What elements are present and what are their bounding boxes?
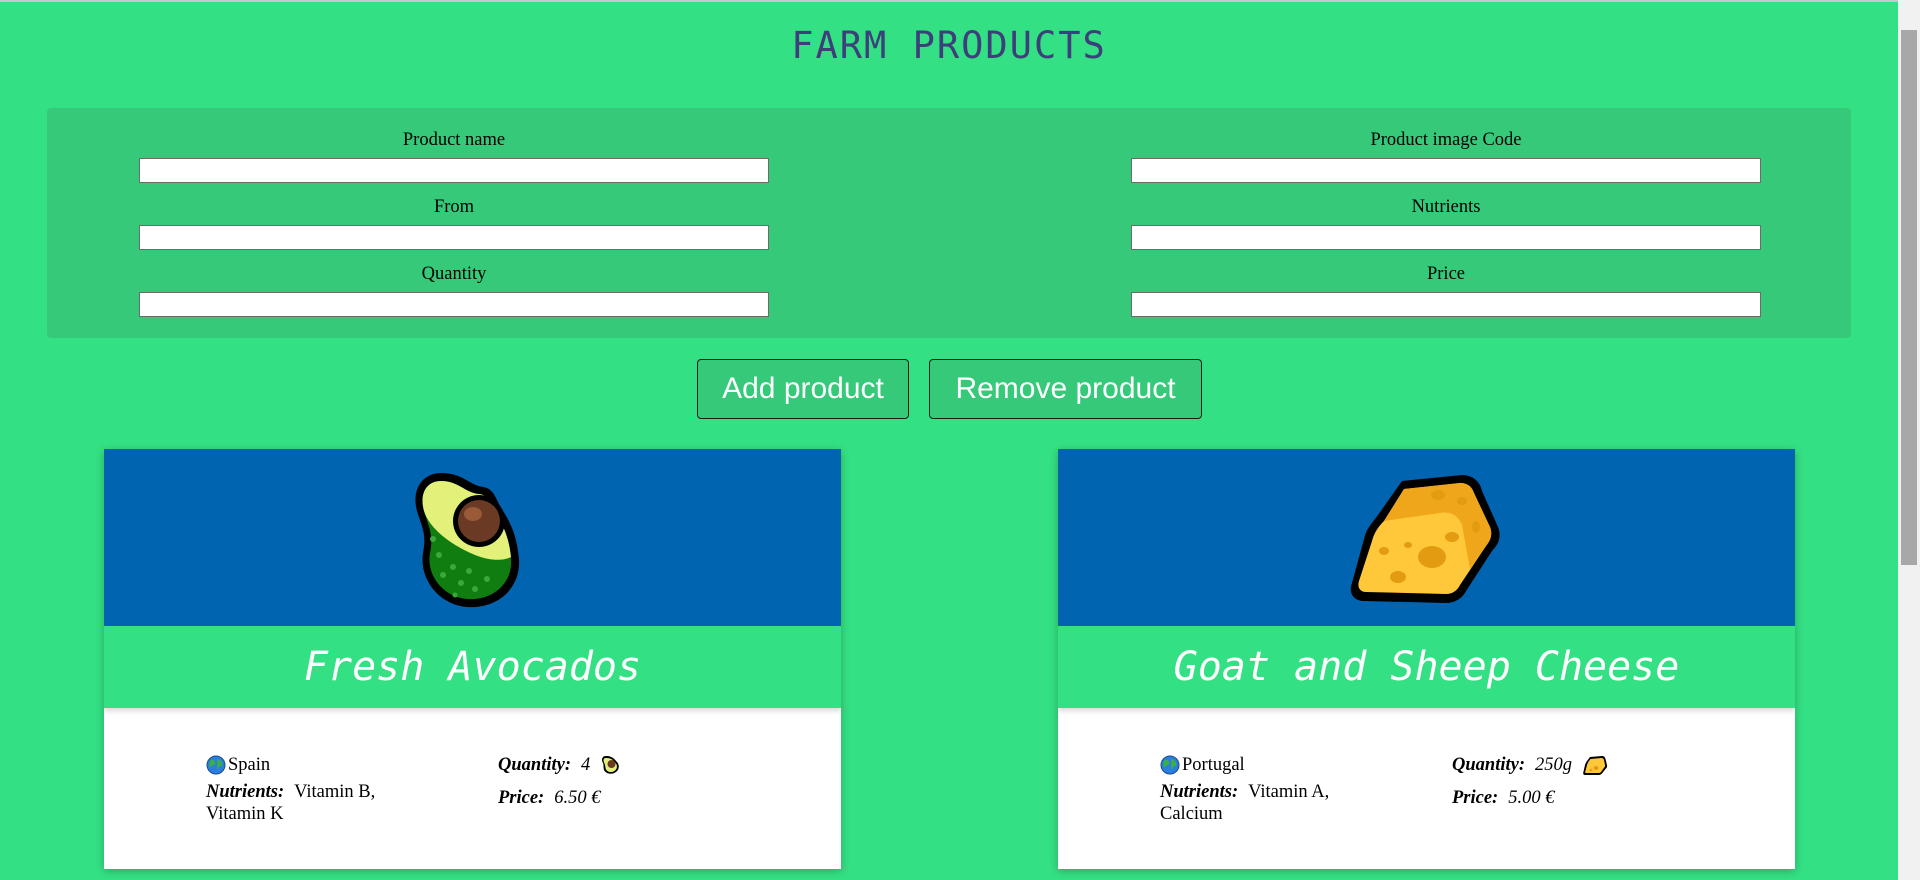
field-product-name: Product name [139, 128, 769, 183]
product-left-column: Spain Nutrients: Vitamin B, Vitamin K [206, 748, 406, 825]
product-left-column: Portugal Nutrients: Vitamin A, Calcium [1160, 748, 1360, 825]
globe-icon [206, 755, 226, 774]
product-nutrients: Nutrients: Vitamin B, Vitamin K [206, 781, 406, 825]
product-right-column: Quantity: 250g Price: 5.00 € [1452, 748, 1752, 814]
field-quantity: Quantity [139, 262, 769, 317]
product-name-label: Product name [402, 130, 506, 150]
page: FARM PRODUCTS Product name Product image… [0, 0, 1920, 880]
nutrients-label: Nutrients: [1160, 782, 1239, 802]
product-name: Goat and Sheep Cheese [1173, 644, 1680, 690]
price-label: Price: [498, 787, 545, 808]
price-value: 5.00 € [1508, 787, 1555, 808]
vertical-scrollbar[interactable] [1898, 0, 1920, 880]
remove-product-button[interactable]: Remove product [929, 359, 1202, 419]
scrollbar-thumb[interactable] [1901, 30, 1917, 565]
quantity-input[interactable] [139, 292, 769, 317]
add-product-button[interactable]: Add product [697, 359, 909, 419]
quantity-label: Quantity [421, 264, 487, 284]
product-title-bar: Goat and Sheep Cheese [1058, 626, 1795, 708]
quantity-label: Quantity: [498, 754, 571, 775]
avocado-icon [414, 473, 519, 608]
top-border [0, 0, 1920, 2]
product-right-column: Quantity: 4 Price: 6.50 € [498, 748, 798, 814]
product-name: Fresh Avocados [303, 644, 642, 690]
cheese-icon [1583, 755, 1608, 775]
field-from: From [139, 195, 769, 250]
price-value: 6.50 € [554, 787, 601, 808]
price-label: Price [1426, 264, 1465, 284]
page-title: FARM PRODUCTS [791, 24, 1107, 67]
price-label: Price: [1452, 787, 1499, 808]
product-name-input[interactable] [139, 158, 769, 183]
product-card: Fresh Avocados Spain Nutrients: Vitamin B… [104, 449, 841, 869]
nutrients-input[interactable] [1131, 225, 1761, 250]
product-origin: Spain [206, 748, 406, 781]
product-image-code-label: Product image Code [1370, 130, 1522, 150]
product-image [1058, 449, 1795, 626]
price-input[interactable] [1131, 292, 1761, 317]
quantity-value: 250g [1534, 754, 1572, 775]
product-image-code-input[interactable] [1131, 158, 1761, 183]
product-origin-text: Spain [228, 754, 271, 775]
product-quantity: Quantity: 4 [498, 748, 798, 781]
quantity-value: 4 [580, 754, 591, 775]
product-origin: Portugal [1160, 748, 1360, 781]
cheese-icon [1350, 475, 1500, 603]
field-nutrients: Nutrients [1131, 195, 1761, 250]
product-title-bar: Fresh Avocados [104, 626, 841, 708]
quantity-label: Quantity: [1452, 754, 1525, 775]
field-product-image-code: Product image Code [1131, 128, 1761, 183]
product-origin-text: Portugal [1182, 754, 1245, 775]
product-nutrients: Nutrients: Vitamin A, Calcium [1160, 781, 1360, 825]
product-card: Goat and Sheep Cheese Portugal Nutrients… [1058, 449, 1795, 869]
product-image [104, 449, 841, 626]
product-price: Price: 6.50 € [498, 781, 798, 814]
product-form: Product name Product image Code From Nut… [47, 108, 1851, 338]
nutrients-label: Nutrients [1411, 197, 1481, 217]
from-label: From [433, 197, 475, 217]
field-price: Price [1131, 262, 1761, 317]
nutrients-label: Nutrients: [206, 782, 285, 802]
globe-icon [1160, 755, 1180, 774]
product-price: Price: 5.00 € [1452, 781, 1752, 814]
avocado-icon [602, 755, 619, 774]
product-details: Spain Nutrients: Vitamin B, Vitamin K Qua… [104, 708, 841, 869]
from-input[interactable] [139, 225, 769, 250]
product-details: Portugal Nutrients: Vitamin A, Calcium Qu… [1058, 708, 1795, 869]
product-quantity: Quantity: 250g [1452, 748, 1752, 781]
